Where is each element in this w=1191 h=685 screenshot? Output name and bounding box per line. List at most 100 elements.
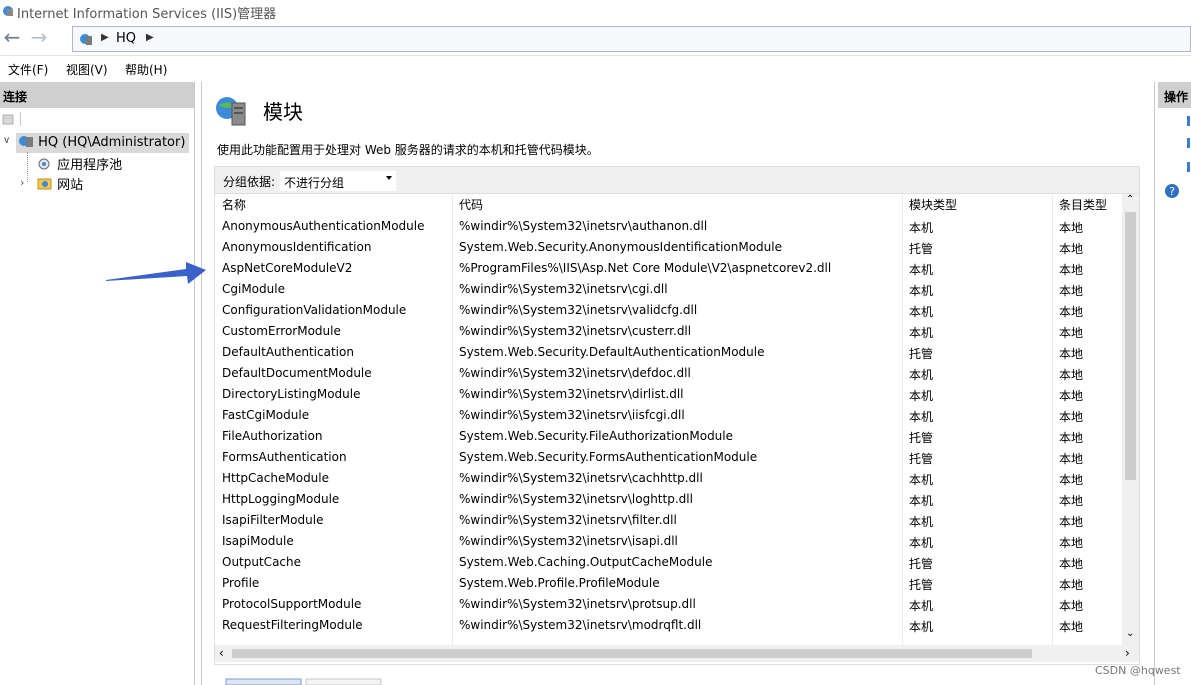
table-row[interactable]: Profile System.Web.Profile.ProfileModule 托…	[215, 573, 1123, 594]
cell-module-type: 本机	[909, 599, 934, 613]
address-bar: ← → ▶ HQ ▶	[0, 23, 1191, 56]
cell-code: %windir%\System32\inetsrv\filter.dll	[459, 513, 677, 527]
tree-node-hq-label: HQ (HQ\Administrator)	[38, 135, 186, 150]
table-row[interactable]: RequestFilteringModule %windir%\System32\…	[215, 615, 1123, 636]
column-header-entry-type[interactable]: 条目类型	[1059, 196, 1107, 216]
address-path-box[interactable]: ▶ HQ ▶	[72, 26, 1191, 52]
cell-name: ConfigurationValidationModule	[222, 303, 407, 317]
cell-name: RequestFilteringModule	[222, 618, 363, 632]
cell-module-type: 托管	[909, 578, 934, 592]
collapse-icon[interactable]: ∨	[3, 135, 10, 146]
view-tabs[interactable]	[206, 678, 406, 685]
cell-entry-type: 本地	[1059, 557, 1084, 571]
table-row[interactable]: DefaultDocumentModule %windir%\System32\i…	[215, 363, 1123, 384]
table-row[interactable]: AnonymousAuthenticationModule %windir%\Sy…	[215, 216, 1123, 237]
cell-code: %windir%\System32\inetsrv\modrqflt.dll	[459, 618, 702, 632]
table-row[interactable]: ProtocolSupportModule %windir%\System32\i…	[215, 594, 1123, 615]
scroll-down-icon[interactable]: ⌄	[1126, 628, 1134, 639]
back-arrow-icon[interactable]: ←	[1, 27, 23, 49]
vertical-scrollbar[interactable]: ⌃ ⌄	[1122, 194, 1139, 646]
svg-text:?: ?	[1169, 185, 1175, 198]
column-header-name[interactable]: 名称	[222, 196, 246, 216]
scroll-left-icon[interactable]: ‹	[219, 646, 224, 660]
title-bar: Internet Information Services (IIS)管理器	[0, 0, 1191, 23]
table-row[interactable]: FastCgiModule %windir%\System32\inetsrv\i…	[215, 405, 1123, 426]
table-row[interactable]: DefaultAuthentication System.Web.Security…	[215, 342, 1123, 363]
toolbar-divider	[20, 112, 21, 126]
table-row[interactable]: ConfigurationValidationModule %windir%\Sy…	[215, 300, 1123, 321]
modules-feature-icon	[216, 97, 246, 126]
help-icon[interactable]: ?	[1164, 183, 1180, 199]
cell-module-type: 本机	[909, 536, 934, 550]
scroll-up-icon[interactable]: ⌃	[1126, 194, 1134, 205]
group-by-value: 不进行分组	[284, 176, 345, 190]
path-separator-icon[interactable]: ▶	[146, 32, 154, 43]
cell-name: Profile	[222, 576, 260, 590]
table-row[interactable]: FormsAuthentication System.Web.Security.F…	[215, 447, 1123, 468]
cell-code: %windir%\System32\inetsrv\iisfcgi.dll	[459, 408, 685, 422]
table-row[interactable]: AspNetCoreModuleV2 %ProgramFiles%\IIS\Asp…	[215, 258, 1123, 279]
horizontal-scroll-thumb[interactable]	[232, 649, 1032, 658]
cell-module-type: 托管	[909, 347, 934, 361]
table-row[interactable]: CustomErrorModule %windir%\System32\inets…	[215, 321, 1123, 342]
column-header-code[interactable]: 代码	[459, 196, 483, 216]
connections-header: 连接	[0, 82, 194, 108]
tree-node-app-pools[interactable]: 应用程序池	[37, 154, 122, 173]
scroll-right-icon[interactable]: ›	[1125, 646, 1130, 660]
cell-code: %windir%\System32\inetsrv\loghttp.dll	[459, 492, 693, 506]
vertical-scroll-thumb[interactable]	[1125, 212, 1136, 480]
menu-file[interactable]: 文件(F)	[8, 61, 48, 78]
tree-node-hq[interactable]: HQ (HQ\Administrator)	[16, 133, 190, 153]
cell-name: IsapiFilterModule	[222, 513, 324, 527]
forward-arrow-icon[interactable]: →	[28, 27, 50, 49]
annotation-arrow	[106, 262, 206, 284]
table-row[interactable]: IsapiFilterModule %windir%\System32\inets…	[215, 510, 1123, 531]
column-header-module-type[interactable]: 模块类型	[909, 196, 957, 216]
action-link[interactable]	[1187, 116, 1190, 126]
cell-code: %windir%\System32\inetsrv\protsup.dll	[459, 597, 696, 611]
action-link[interactable]	[1187, 162, 1190, 172]
cell-module-type: 本机	[909, 473, 934, 487]
menu-view[interactable]: 视图(V)	[66, 61, 108, 78]
tree-node-sites[interactable]: 网站	[37, 174, 83, 193]
cell-entry-type: 本地	[1059, 473, 1084, 487]
cell-entry-type: 本地	[1059, 431, 1084, 445]
cell-entry-type: 本地	[1059, 368, 1084, 382]
cell-entry-type: 本地	[1059, 242, 1084, 256]
cell-code: %windir%\System32\inetsrv\isapi.dll	[459, 534, 678, 548]
action-link[interactable]	[1187, 138, 1190, 148]
menu-help[interactable]: 帮助(H)	[125, 61, 167, 78]
cell-entry-type: 本地	[1059, 620, 1084, 634]
cell-code: System.Web.Profile.ProfileModule	[459, 576, 660, 590]
table-row[interactable]: DirectoryListingModule %windir%\System32\…	[215, 384, 1123, 405]
cell-entry-type: 本地	[1059, 221, 1084, 235]
cell-entry-type: 本地	[1059, 536, 1084, 550]
table-row[interactable]: IsapiModule %windir%\System32\inetsrv\isa…	[215, 531, 1123, 552]
breadcrumb-hq[interactable]: HQ	[116, 31, 136, 46]
table-row[interactable]: HttpCacheModule %windir%\System32\inetsrv…	[215, 468, 1123, 489]
server-icon	[19, 136, 33, 147]
expand-icon[interactable]: ›	[20, 176, 24, 189]
cell-module-type: 本机	[909, 515, 934, 529]
connect-icon[interactable]	[2, 112, 16, 126]
cell-code: %windir%\System32\inetsrv\dirlist.dll	[459, 387, 684, 401]
table-row[interactable]: OutputCache System.Web.Caching.OutputCach…	[215, 552, 1123, 573]
cell-entry-type: 本地	[1059, 410, 1084, 424]
cell-module-type: 本机	[909, 494, 934, 508]
cell-entry-type: 本地	[1059, 578, 1084, 592]
cell-entry-type: 本地	[1059, 599, 1084, 613]
cell-entry-type: 本地	[1059, 515, 1084, 529]
cell-module-type: 托管	[909, 431, 934, 445]
table-row[interactable]: FileAuthorization System.Web.Security.Fil…	[215, 426, 1123, 447]
table-row[interactable]: HttpLoggingModule %windir%\System32\inets…	[215, 489, 1123, 510]
table-row[interactable]: AnonymousIdentification System.Web.Securi…	[215, 237, 1123, 258]
group-by-select[interactable]: 不进行分组	[279, 170, 397, 192]
horizontal-scrollbar[interactable]: ‹ ›	[215, 645, 1139, 662]
window-title: Internet Information Services (IIS)管理器	[17, 7, 277, 22]
cell-code: %windir%\System32\inetsrv\cachhttp.dll	[459, 471, 703, 485]
table-row[interactable]: CgiModule %windir%\System32\inetsrv\cgi.d…	[215, 279, 1123, 300]
cell-code: %windir%\System32\inetsrv\cgi.dll	[459, 282, 668, 296]
cell-entry-type: 本地	[1059, 305, 1084, 319]
cell-name: FileAuthorization	[222, 429, 323, 443]
cell-name: FastCgiModule	[222, 408, 310, 422]
